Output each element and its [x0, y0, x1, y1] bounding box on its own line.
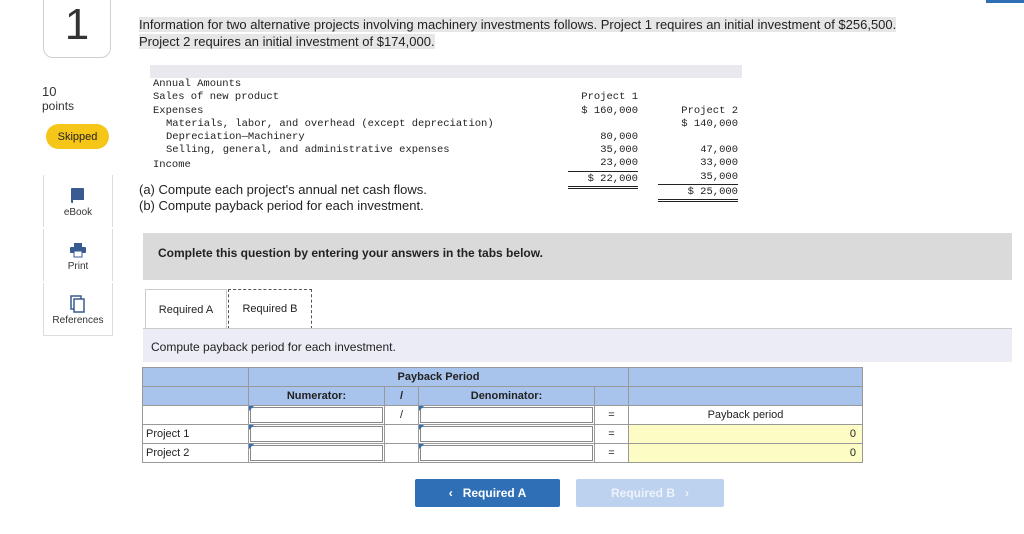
dropdown-marker-icon	[249, 444, 254, 449]
panel-instruction: Compute payback period for each investme…	[151, 340, 396, 354]
instruction-banner: Complete this question by entering your …	[143, 233, 1012, 280]
sidebar-item-print[interactable]: Print	[43, 229, 113, 281]
payback-table: Payback Period Numerator: / Denominator:…	[142, 367, 863, 463]
financial-row: Materials, labor, and overhead (except d…	[150, 105, 742, 156]
financial-row: Expenses	[150, 91, 742, 117]
prev-button-label: Required A	[462, 486, 527, 500]
slash: /	[384, 405, 419, 425]
equals-sign: =	[594, 405, 629, 425]
equals-sign: =	[594, 443, 629, 463]
tab-panel-header: Compute payback period for each investme…	[143, 328, 1012, 362]
slash-header: /	[384, 386, 419, 406]
question-parts: (a) Compute each project's annual net ca…	[139, 182, 427, 214]
dropdown-marker-icon	[419, 406, 424, 411]
table-row: Project 2 = 0	[142, 443, 863, 463]
equals-sign: =	[594, 424, 629, 444]
financial-row: Depreciation—Machinery 35,000 33,000	[150, 118, 742, 169]
status-badge: Skipped	[46, 124, 109, 149]
chevron-right-icon: ›	[685, 486, 689, 500]
dropdown-marker-icon	[419, 444, 424, 449]
financial-table: Annual Amounts Project 1 Project 2 Sales…	[150, 65, 742, 202]
dropdown-marker-icon	[249, 406, 254, 411]
table-row: / = Payback period	[142, 405, 863, 425]
tab-required-b[interactable]: Required B	[228, 289, 312, 329]
financial-row: Income $ 22,000 $ 25,000	[150, 146, 742, 202]
sidebar-label: eBook	[63, 207, 93, 218]
row-label: Income	[153, 159, 191, 172]
sidebar-item-ebook[interactable]: eBook	[43, 175, 113, 227]
table-header-row: Numerator: / Denominator:	[142, 386, 863, 406]
denominator-input[interactable]	[418, 443, 595, 463]
dropdown-marker-icon	[419, 425, 424, 430]
intro-line-1: Information for two alternative projects…	[139, 17, 897, 32]
numerator-input[interactable]	[248, 443, 385, 463]
numerator-header: Numerator:	[248, 386, 385, 406]
next-required-b-button[interactable]: Required B ›	[576, 479, 724, 507]
row-value-p1: $ 22,000	[568, 173, 638, 189]
next-button-label: Required B	[610, 486, 675, 500]
points-info: 10 points	[42, 84, 74, 114]
part-b: (b) Compute payback period for each inve…	[139, 198, 424, 213]
intro-line-2: Project 2 requires an initial investment…	[139, 34, 435, 49]
row-value-p1: 23,000	[568, 157, 638, 172]
table-row: Project 1 = 0	[142, 424, 863, 444]
print-icon	[69, 239, 87, 261]
payback-result: 0	[628, 424, 863, 444]
result-header: Payback period	[628, 405, 863, 425]
numerator-input[interactable]	[248, 424, 385, 444]
banner-text: Complete this question by entering your …	[158, 246, 543, 260]
row-label: Project 1	[142, 424, 249, 444]
top-accent-bar	[986, 0, 1024, 3]
row-value-p2: $ 25,000	[658, 186, 738, 202]
denominator-header: Denominator:	[418, 386, 595, 406]
part-a: (a) Compute each project's annual net ca…	[139, 182, 427, 197]
financial-row: Selling, general, and administrative exp…	[150, 131, 742, 185]
denominator-input[interactable]	[418, 424, 595, 444]
table-title-row: Payback Period	[142, 367, 863, 387]
points-value: 10	[42, 84, 57, 99]
sidebar-label: References	[52, 315, 104, 326]
financial-header-row: Annual Amounts Project 1 Project 2	[150, 65, 742, 117]
payback-result: 0	[628, 443, 863, 463]
financial-row: Sales of new product $ 160,000 $ 140,000	[150, 78, 742, 129]
dropdown-marker-icon	[249, 425, 254, 430]
ebook-icon	[70, 185, 86, 207]
points-label: points	[42, 99, 75, 113]
tab-required-a[interactable]: Required A	[145, 289, 227, 330]
denominator-input[interactable]	[418, 405, 595, 425]
prev-required-a-button[interactable]: ‹ Required A	[415, 479, 560, 507]
sidebar-item-references[interactable]: References	[43, 283, 113, 336]
question-number: 1	[43, 0, 111, 58]
table-title: Payback Period	[248, 367, 629, 387]
sidebar-label: Print	[67, 261, 89, 272]
numerator-input[interactable]	[248, 405, 385, 425]
chevron-left-icon: ‹	[448, 486, 453, 500]
question-intro: Information for two alternative projects…	[139, 16, 897, 50]
row-label: Project 2	[142, 443, 249, 463]
references-icon	[70, 293, 86, 315]
row-value-p2: 33,000	[700, 157, 738, 170]
row-value-p2: 35,000	[658, 171, 738, 185]
